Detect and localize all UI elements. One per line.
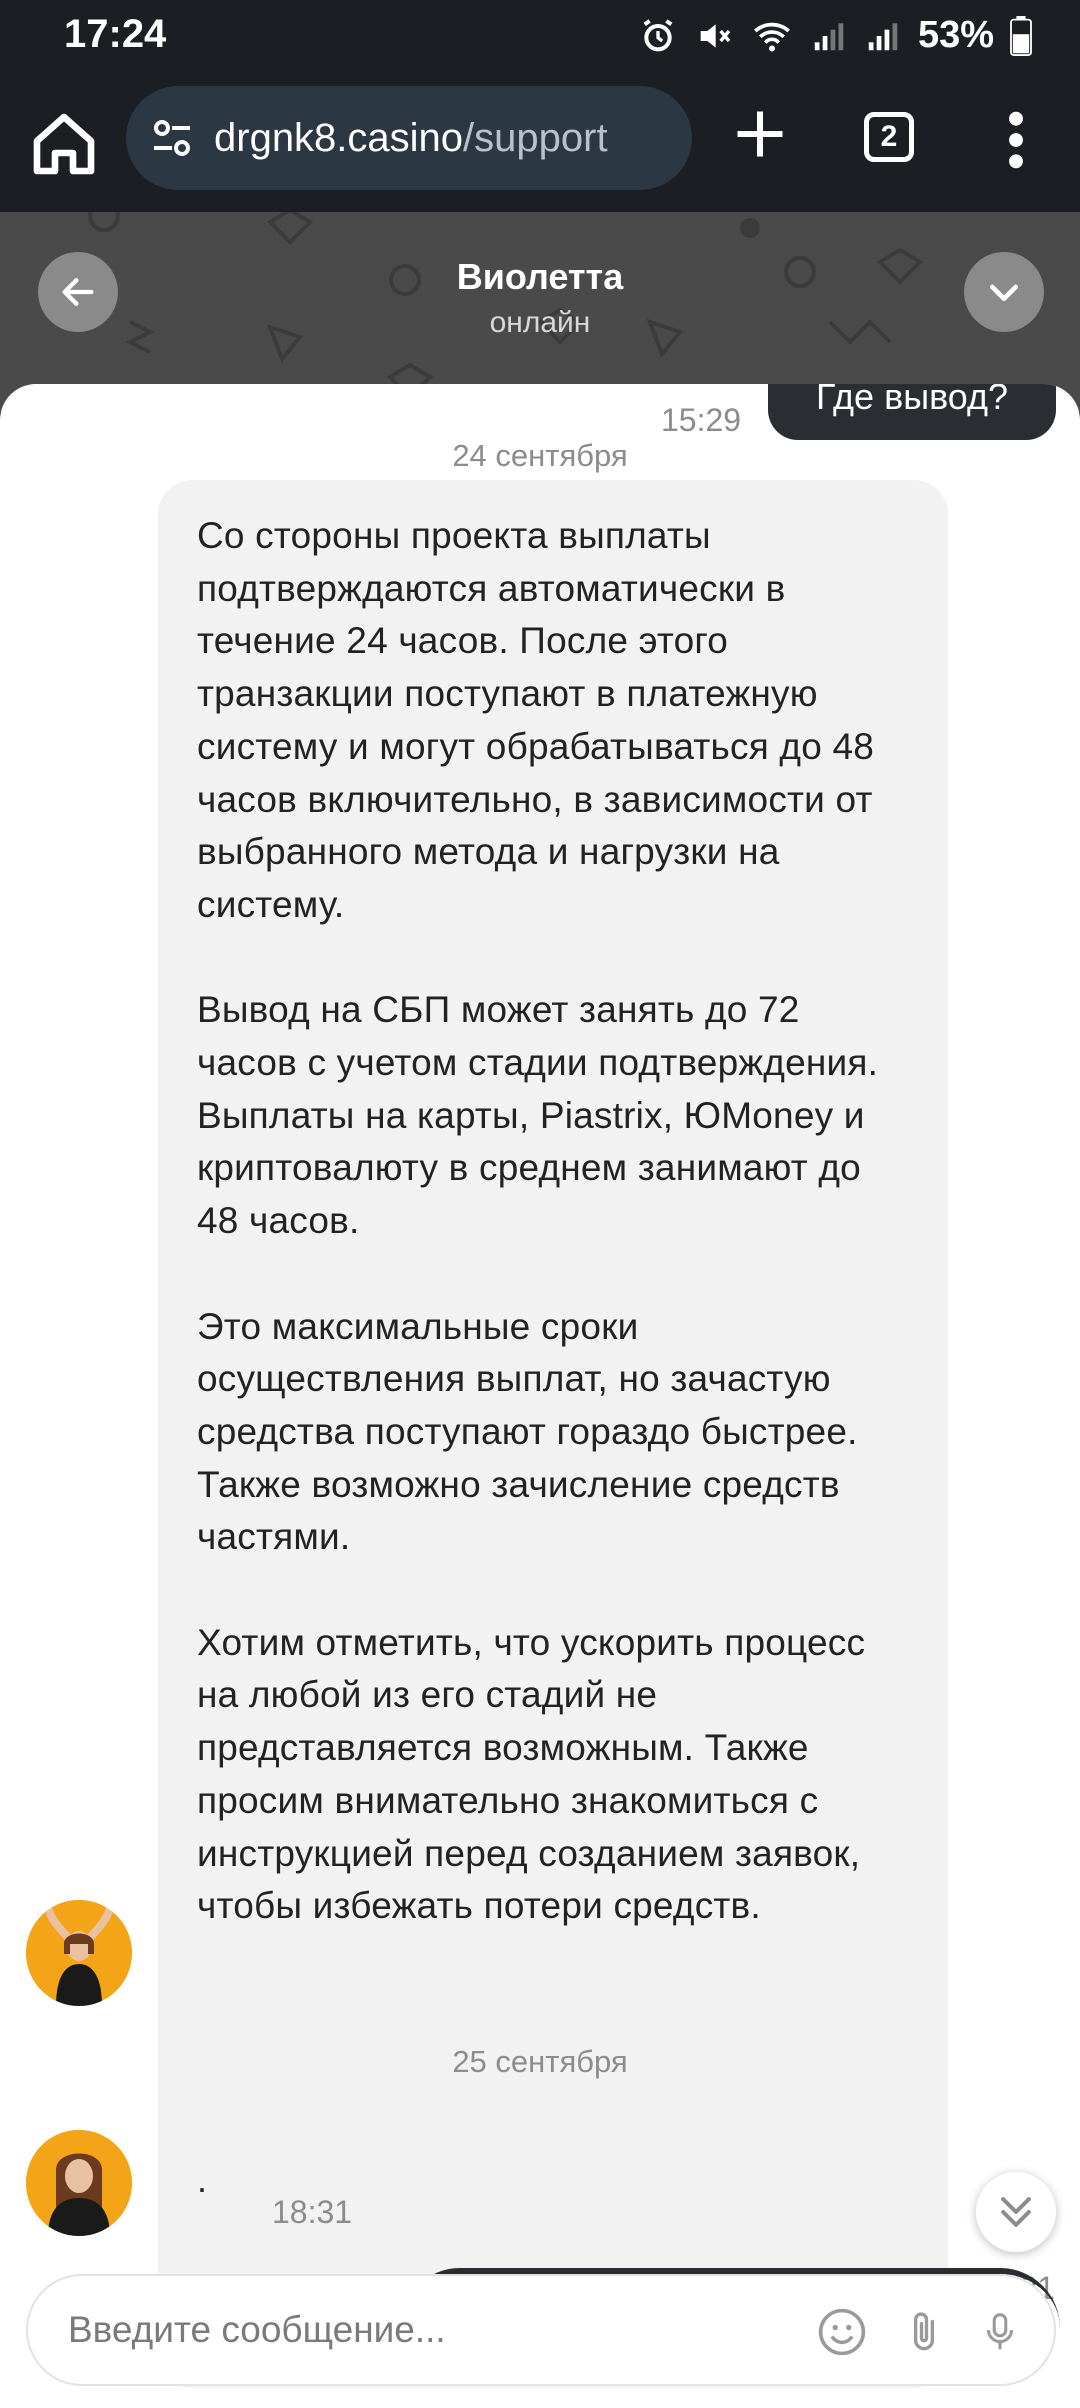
attach-button[interactable] (894, 2302, 954, 2362)
mic-icon (986, 2313, 1014, 2350)
user-message-text: Где вывод? (815, 384, 1009, 417)
chat-header: Виолетта онлайн (0, 212, 1080, 412)
agent-message-bubble: Со стороны проекта выплаты подтверждаютс… (158, 480, 948, 2388)
avatar (26, 1900, 132, 2006)
url-text: drgnk8.casino/support (214, 116, 608, 161)
date-separator: 25 сентября (452, 2044, 628, 2079)
tabs-icon[interactable]: 2 (864, 112, 914, 162)
attach-icon (914, 2312, 934, 2351)
alarm-icon (643, 18, 673, 51)
chevron-down-icon (990, 284, 1018, 301)
agent-message-bubble: . (158, 2128, 246, 2232)
url-host: drgnk8.casino (214, 115, 464, 160)
message-paragraph: Это максимальные сроки осуществления вып… (197, 1305, 858, 1558)
mute-icon (700, 23, 731, 48)
chat-messages[interactable]: Где вывод? 15:29 24 сентября Со стороны … (0, 384, 1080, 2408)
url-path: /support (463, 115, 608, 160)
agent-photo (26, 2130, 132, 2236)
message-paragraph: Со стороны проекта выплаты подтверждаютс… (197, 515, 875, 925)
status-time: 17:24 (64, 12, 167, 56)
avatar (26, 2130, 132, 2236)
user-message-bubble: Где вывод? (768, 384, 1056, 440)
browser-toolbar: drgnk8.casino/support 2 (0, 72, 1080, 212)
agent-name: Виолетта (456, 256, 624, 297)
status-icons: 53% (638, 14, 1032, 57)
agent-message-time: 18:31 (272, 2194, 353, 2230)
date-separator: 24 сентября (452, 438, 628, 473)
voice-button[interactable] (970, 2302, 1030, 2362)
message-text: . (196, 2159, 207, 2200)
signal-icon (868, 22, 898, 50)
more-vert-icon[interactable] (998, 108, 1034, 172)
address-bar[interactable]: drgnk8.casino/support (126, 86, 692, 190)
emoji-icon (818, 2308, 866, 2356)
home-icon[interactable] (28, 108, 100, 180)
message-paragraph: Вывод на СБП может занять до 72 часов с … (197, 989, 879, 1242)
tab-count: 2 (880, 120, 898, 153)
double-chevron-down-icon (1001, 2197, 1031, 2227)
battery-icon (1010, 15, 1032, 56)
signal-icon (814, 22, 844, 50)
status-bar: 17:24 53% (0, 0, 1080, 72)
agent-photo (26, 1900, 132, 2006)
message-paragraph: Хотим отметить, что ускорить процесс на … (197, 1621, 866, 1927)
message-input[interactable] (68, 2309, 768, 2351)
tune-icon[interactable] (148, 114, 196, 162)
message-input-bar (26, 2274, 1056, 2386)
plus-icon[interactable] (730, 104, 790, 164)
agent-status: онлайн (489, 306, 591, 339)
collapse-chat-button[interactable] (964, 252, 1044, 332)
battery-percent: 53% (917, 14, 994, 56)
scroll-to-bottom-button[interactable] (976, 2172, 1056, 2252)
user-message-time: 15:29 (661, 402, 742, 438)
wifi-icon (754, 22, 790, 51)
emoji-button[interactable] (812, 2302, 872, 2362)
